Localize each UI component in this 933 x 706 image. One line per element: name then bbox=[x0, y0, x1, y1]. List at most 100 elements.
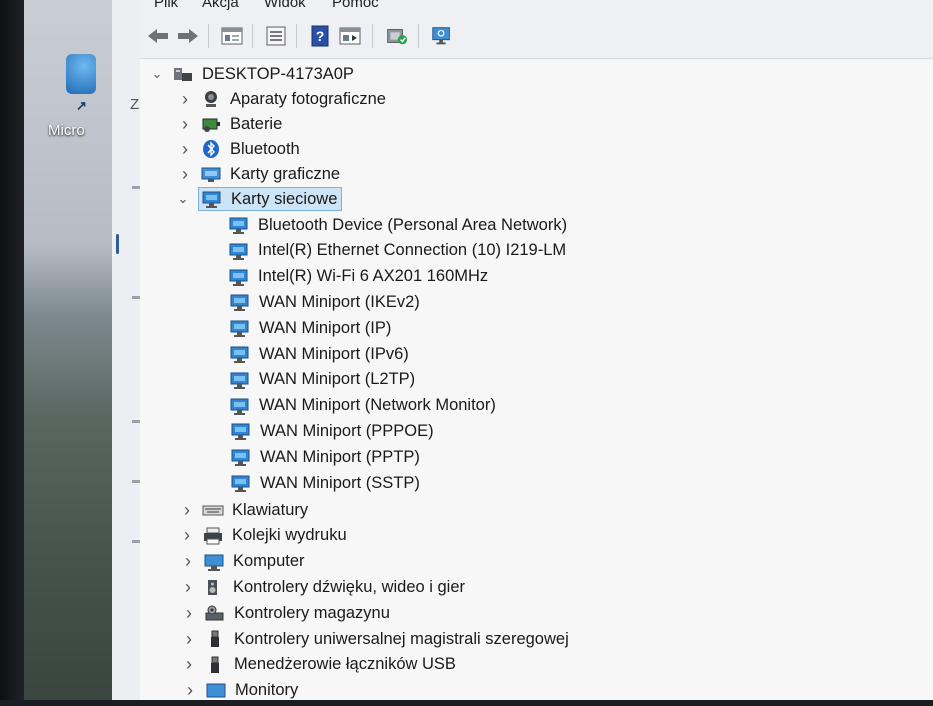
desktop-icon-label[interactable]: Micro bbox=[48, 122, 85, 139]
usb-connector-icon bbox=[204, 655, 226, 675]
network-adapter-icon bbox=[201, 189, 223, 209]
active-indicator bbox=[116, 234, 119, 254]
network-adapter-icon bbox=[230, 447, 252, 467]
tree-device-label: WAN Miniport (IPv6) bbox=[259, 344, 409, 363]
tree-device-label: WAN Miniport (Network Monitor) bbox=[259, 396, 496, 415]
forward-arrow-icon[interactable] bbox=[176, 24, 200, 48]
tree-device-label: WAN Miniport (PPPOE) bbox=[260, 421, 434, 440]
chevron-right-icon[interactable]: › bbox=[182, 603, 196, 623]
network-adapter-icon bbox=[229, 396, 251, 416]
divider bbox=[132, 186, 140, 189]
tree-device[interactable]: WAN Miniport (SSTP) bbox=[230, 471, 420, 495]
tree-category[interactable]: › Bluetooth bbox=[178, 137, 300, 161]
printer-icon bbox=[202, 526, 224, 546]
screen-bezel bbox=[0, 0, 24, 700]
divider bbox=[132, 296, 140, 299]
tree-category[interactable]: › Menedżerowie łączników USB bbox=[182, 653, 456, 677]
shortcut-arrow-icon: ↗ bbox=[76, 98, 87, 113]
network-adapter-icon bbox=[228, 215, 250, 235]
menu-pomoc[interactable]: Pomoc bbox=[332, 0, 379, 11]
tree-category-label: Komputer bbox=[233, 552, 305, 571]
tree-category[interactable]: › Kontrolery dźwięku, wideo i gier bbox=[181, 575, 465, 599]
keyboard-icon bbox=[202, 500, 224, 520]
tree-category[interactable]: › Komputer bbox=[181, 550, 305, 574]
toolbar-separator bbox=[418, 24, 419, 48]
computer-icon bbox=[203, 552, 225, 572]
menu-widok[interactable]: Widok bbox=[264, 0, 306, 11]
chevron-right-icon[interactable]: › bbox=[183, 680, 197, 700]
divider bbox=[132, 420, 140, 423]
battery-icon bbox=[200, 114, 222, 134]
tree-device[interactable]: WAN Miniport (PPPOE) bbox=[230, 419, 434, 443]
chevron-right-icon[interactable]: › bbox=[178, 164, 192, 184]
tree-device[interactable]: WAN Miniport (L2TP) bbox=[229, 368, 415, 392]
toolbar-separator bbox=[296, 24, 297, 48]
divider bbox=[132, 540, 140, 543]
network-adapter-icon bbox=[229, 292, 251, 312]
tree-category-label: Bluetooth bbox=[230, 139, 300, 158]
display-adapter-icon bbox=[200, 164, 222, 184]
tree-category-label: Kolejki wydruku bbox=[232, 526, 347, 545]
tree-device-label: WAN Miniport (SSTP) bbox=[260, 473, 420, 492]
chevron-right-icon[interactable]: › bbox=[180, 525, 194, 545]
tree-device[interactable]: Intel(R) Ethernet Connection (10) I219-L… bbox=[228, 239, 566, 263]
background-window-char: Z bbox=[130, 96, 140, 113]
chevron-down-icon[interactable]: ⌄ bbox=[176, 191, 190, 206]
chevron-right-icon[interactable]: › bbox=[178, 114, 192, 134]
chevron-right-icon[interactable]: › bbox=[182, 654, 196, 674]
storage-controller-icon bbox=[204, 603, 226, 623]
usb-icon bbox=[204, 629, 226, 649]
show-hide-icon[interactable] bbox=[264, 24, 288, 48]
tree-category-label: Karty sieciowe bbox=[231, 189, 338, 208]
tree-category[interactable]: › Karty graficzne bbox=[178, 162, 340, 186]
tree-category[interactable]: › Kontrolery magazynu bbox=[182, 601, 390, 625]
monitor-scan-icon[interactable] bbox=[430, 24, 454, 48]
update-driver-icon[interactable] bbox=[384, 24, 408, 48]
tree-category[interactable]: › Kolejki wydruku bbox=[180, 524, 347, 548]
properties-icon[interactable] bbox=[220, 24, 244, 48]
tree-category[interactable]: › Kontrolery uniwersalnej magistrali szer… bbox=[182, 627, 569, 651]
tree-category[interactable]: › Klawiatury bbox=[180, 498, 308, 522]
tree-category[interactable]: › Monitory bbox=[183, 679, 298, 703]
edge-icon[interactable] bbox=[66, 54, 96, 94]
tree-root-label: DESKTOP-4173A0P bbox=[202, 64, 354, 83]
chevron-right-icon[interactable]: › bbox=[181, 551, 195, 571]
network-adapter-icon bbox=[229, 318, 251, 338]
tree-device[interactable]: Intel(R) Wi-Fi 6 AX201 160MHz bbox=[228, 265, 488, 289]
tree-device-label: WAN Miniport (IKEv2) bbox=[259, 292, 420, 311]
chevron-down-icon[interactable]: ⌄ bbox=[150, 66, 164, 81]
back-arrow-icon[interactable] bbox=[146, 24, 170, 48]
chevron-right-icon[interactable]: › bbox=[178, 139, 192, 159]
tree-device-label: Intel(R) Ethernet Connection (10) I219-L… bbox=[258, 241, 567, 260]
tree-device[interactable]: WAN Miniport (IP) bbox=[229, 316, 391, 340]
tree-category-label: Kontrolery magazynu bbox=[234, 603, 390, 622]
monitor-icon bbox=[205, 681, 227, 701]
tree-category-label: Aparaty fotograficzne bbox=[230, 89, 386, 108]
toolbar-separator bbox=[372, 24, 373, 48]
tree-device[interactable]: Bluetooth Device (Personal Area Network) bbox=[228, 213, 567, 237]
tree-device[interactable]: WAN Miniport (Network Monitor) bbox=[229, 394, 496, 418]
tree-category-label: Monitory bbox=[235, 681, 299, 700]
camera-icon bbox=[200, 89, 222, 109]
chevron-right-icon[interactable]: › bbox=[180, 500, 194, 520]
tree-device[interactable]: WAN Miniport (PPTP) bbox=[230, 445, 420, 469]
tree-category[interactable]: › Baterie bbox=[178, 112, 282, 136]
toolbar: ? bbox=[140, 14, 933, 59]
selected-item[interactable]: Karty sieciowe bbox=[198, 187, 343, 211]
tree-category[interactable]: › Aparaty fotograficzne bbox=[178, 87, 386, 111]
menu-akcja[interactable]: Akcja bbox=[202, 0, 239, 11]
tree-device[interactable]: WAN Miniport (IPv6) bbox=[229, 342, 409, 366]
device-tree: ⌄ DESKTOP-4173A0P › Aparaty fotograficzne… bbox=[140, 60, 933, 700]
help-icon[interactable]: ? bbox=[308, 24, 332, 48]
svg-text:?: ? bbox=[316, 28, 325, 44]
tree-device-label: Bluetooth Device (Personal Area Network) bbox=[258, 215, 568, 234]
menu-plik[interactable]: Plik bbox=[154, 0, 178, 11]
chevron-right-icon[interactable]: › bbox=[181, 577, 195, 597]
tree-category-label: Kontrolery uniwersalnej magistrali szere… bbox=[234, 629, 569, 648]
view-icon[interactable] bbox=[338, 24, 362, 48]
chevron-right-icon[interactable]: › bbox=[182, 629, 196, 649]
tree-root[interactable]: ⌄ DESKTOP-4173A0P bbox=[150, 62, 354, 86]
tree-category-karty-sieciowe[interactable]: ⌄ Karty sieciowe bbox=[176, 187, 343, 211]
chevron-right-icon[interactable]: › bbox=[178, 89, 192, 109]
tree-device[interactable]: WAN Miniport (IKEv2) bbox=[229, 290, 420, 314]
